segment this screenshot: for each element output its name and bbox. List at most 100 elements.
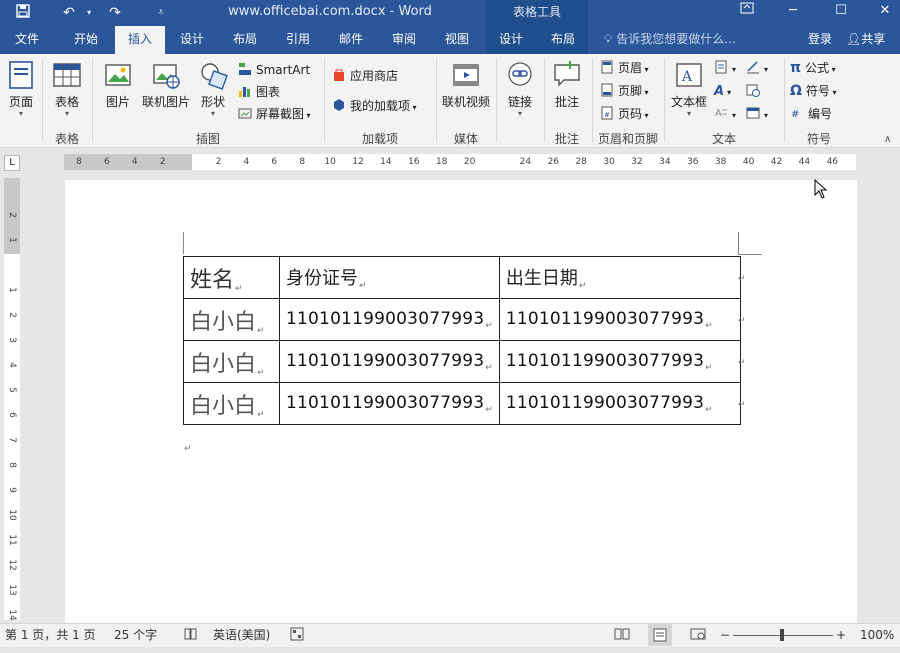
svg-text:#: # bbox=[604, 111, 610, 119]
equation-button[interactable]: π 公式 ▾ bbox=[790, 58, 836, 78]
zoom-in-icon[interactable]: + bbox=[836, 624, 846, 646]
object-button[interactable]: ▾ bbox=[746, 104, 768, 124]
ruler-tick-label: 36 bbox=[687, 157, 699, 167]
smartart-button[interactable]: SmartArt bbox=[238, 60, 310, 80]
tab-references[interactable]: 引用 bbox=[274, 26, 322, 54]
comment-button[interactable]: 批注 bbox=[548, 58, 586, 128]
tab-insert[interactable]: 插入 bbox=[115, 26, 165, 54]
table-cell[interactable]: 110101199003077993↵ bbox=[498, 340, 741, 383]
number-label: 编号 bbox=[808, 107, 833, 121]
word-count[interactable]: 25 个字 bbox=[114, 624, 157, 646]
share-button[interactable]: 👤︎共享 bbox=[846, 26, 885, 53]
online-picture-button[interactable]: 联机图片 bbox=[140, 58, 192, 128]
textbox-button[interactable]: A 文本框 ▾ bbox=[668, 58, 710, 128]
redo-icon[interactable]: ↷ bbox=[104, 3, 126, 23]
ruler-tick-label: 4 bbox=[131, 157, 138, 167]
row-end-mark: ↵ bbox=[738, 274, 746, 284]
ruler-tick-label: 10 bbox=[324, 157, 336, 167]
table-row: 白小白↵ 110101199003077993↵ 110101199003077… bbox=[183, 382, 741, 425]
footer-button[interactable]: 页脚 ▾ bbox=[600, 81, 649, 101]
symbol-button[interactable]: Ω 符号 ▾ bbox=[790, 81, 836, 101]
tab-mailings[interactable]: 邮件 bbox=[327, 26, 375, 54]
screenshot-label: 屏幕截图 bbox=[256, 107, 305, 121]
maximize-button[interactable]: ☐ bbox=[824, 0, 858, 24]
my-addins-button[interactable]: 我的加载项 ▾ bbox=[332, 96, 417, 116]
store-icon bbox=[334, 69, 344, 81]
store-button[interactable]: 应用商店 bbox=[332, 66, 398, 86]
symbol-label: 符号 bbox=[805, 84, 830, 98]
proofing-icon[interactable] bbox=[184, 624, 198, 646]
footer-icon bbox=[601, 83, 613, 97]
wordart-button[interactable]: A ▾ bbox=[714, 81, 731, 101]
read-mode-icon[interactable] bbox=[614, 624, 630, 646]
tab-layout[interactable]: 布局 bbox=[221, 26, 269, 54]
page-button[interactable]: 页面 ▾ bbox=[2, 58, 40, 128]
header-cell[interactable]: 姓名↵ bbox=[183, 256, 280, 299]
group-text-label: 文本 bbox=[711, 132, 736, 146]
tell-me-box[interactable]: 💡︎ 告诉我您想要做什么... bbox=[604, 26, 736, 54]
contextual-tabs: 设计 布局 bbox=[486, 26, 588, 54]
undo-icon[interactable]: ↶ bbox=[58, 3, 80, 23]
tab-table-design[interactable]: 设计 bbox=[486, 26, 536, 54]
zoom-slider-thumb[interactable] bbox=[780, 629, 784, 641]
table-cell[interactable]: 110101199003077993↵ bbox=[279, 340, 500, 383]
table-cell[interactable]: 110101199003077993↵ bbox=[498, 298, 741, 341]
sign-in-link[interactable]: 登录 bbox=[808, 26, 832, 53]
tab-selector[interactable]: L bbox=[4, 155, 20, 171]
ruler-tick-label: 42 bbox=[770, 157, 783, 167]
online-video-button[interactable]: 联机视频 bbox=[440, 58, 492, 128]
table-cell[interactable]: 白小白↵ bbox=[183, 340, 280, 383]
close-button[interactable]: ✕ bbox=[868, 0, 900, 24]
page-number-button[interactable]: # 页码 ▾ bbox=[600, 104, 649, 124]
chart-button[interactable]: 图表 bbox=[238, 82, 280, 102]
vertical-ruler[interactable]: 21123456789101112131415 bbox=[4, 178, 20, 646]
tab-design[interactable]: 设计 bbox=[168, 26, 216, 54]
print-layout-icon[interactable] bbox=[648, 624, 672, 646]
dropcap-button[interactable]: A ▾ bbox=[714, 104, 736, 124]
ruler-tick-label: 14 bbox=[380, 157, 392, 167]
zoom-level[interactable]: 100% bbox=[860, 624, 894, 646]
header-button[interactable]: 页眉 ▾ bbox=[600, 58, 649, 78]
tab-review[interactable]: 审阅 bbox=[380, 26, 428, 54]
tab-table-layout[interactable]: 布局 bbox=[538, 26, 588, 54]
language-indicator[interactable]: 英语(美国) bbox=[213, 624, 270, 646]
minimize-button[interactable]: ─ bbox=[776, 0, 810, 24]
ruler-tick-label: 44 bbox=[798, 157, 811, 167]
dropcap-icon: A bbox=[715, 108, 727, 119]
table-cell[interactable]: 110101199003077993↵ bbox=[279, 382, 500, 425]
tab-file[interactable]: 文件 bbox=[0, 26, 54, 54]
table-cell[interactable]: 白小白↵ bbox=[183, 298, 280, 341]
store-label: 应用商店 bbox=[350, 69, 399, 83]
link-button[interactable]: 链接 ▾ bbox=[500, 58, 540, 128]
table-cell[interactable]: 110101199003077993↵ bbox=[498, 382, 741, 425]
table-cell[interactable]: 110101199003077993↵ bbox=[279, 298, 500, 341]
picture-label: 图片 bbox=[105, 95, 130, 109]
web-layout-icon[interactable] bbox=[690, 624, 706, 646]
document-table[interactable]: 姓名↵ 身份证号↵ 出生日期↵ 白小白↵ 110101199003077993↵… bbox=[183, 256, 741, 425]
screenshot-button[interactable]: 屏幕截图 ▾ bbox=[238, 104, 311, 124]
undo-dropdown-icon[interactable]: ▾ bbox=[78, 3, 100, 23]
tab-view[interactable]: 视图 bbox=[433, 26, 481, 54]
signature-line-button[interactable]: ▾ bbox=[746, 58, 768, 78]
macro-icon[interactable] bbox=[290, 624, 304, 646]
header-cell[interactable]: 出生日期↵ bbox=[498, 256, 741, 299]
row-end-mark: ↵ bbox=[738, 316, 746, 326]
table-tools-label: 表格工具 bbox=[486, 0, 588, 26]
ribbon-display-icon[interactable] bbox=[730, 0, 764, 24]
number-button[interactable]: # 编号 bbox=[790, 104, 832, 124]
datetime-button[interactable] bbox=[746, 81, 764, 101]
page-count[interactable]: 第 1 页，共 1 页 bbox=[5, 624, 96, 646]
table-cell[interactable]: 白小白↵ bbox=[183, 382, 280, 425]
tab-home[interactable]: 开始 bbox=[60, 26, 112, 54]
table-button[interactable]: 表格 ▾ bbox=[48, 58, 86, 128]
collapse-ribbon-icon[interactable]: ∧ bbox=[884, 134, 891, 145]
horizontal-ruler[interactable]: 8 6 4 2 2 4 6 8 10 12 14 16 18 20 24 26 28 30 32 34 36 38 40 42… bbox=[64, 154, 856, 170]
quick-parts-button[interactable]: ▾ bbox=[714, 58, 736, 78]
picture-button[interactable]: 图片 bbox=[98, 58, 138, 128]
shapes-button[interactable]: 形状 ▾ bbox=[194, 58, 232, 128]
customize-qat-icon[interactable]: ⩡ bbox=[150, 3, 172, 23]
ruler-bar: L 8 6 4 2 2 4 6 8 10 12 14 16 18 20 24 26 28 30 32 34 36 38 40… bbox=[0, 149, 900, 175]
save-icon[interactable] bbox=[12, 3, 34, 23]
zoom-out-icon[interactable]: − bbox=[720, 624, 730, 646]
header-cell[interactable]: 身份证号↵ bbox=[279, 256, 500, 299]
